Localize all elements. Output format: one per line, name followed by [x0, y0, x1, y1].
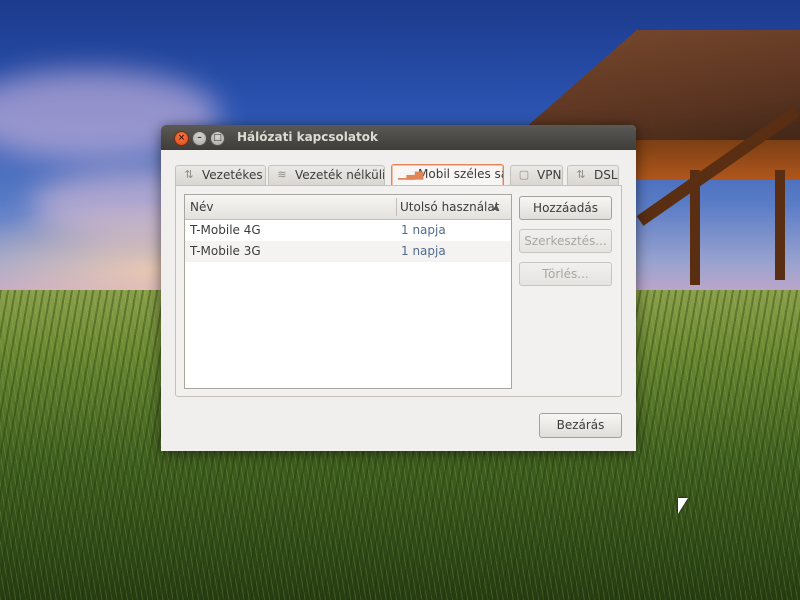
- delete-button[interactable]: Törlés...: [519, 262, 612, 286]
- signal-bars-icon: ▁▃▅: [398, 167, 424, 180]
- table-row[interactable]: T-Mobile 4G 1 napja: [185, 220, 511, 241]
- tab-dsl[interactable]: ⇅ DSL: [567, 165, 619, 185]
- mouse-cursor-icon: [678, 498, 688, 514]
- tab-vpn[interactable]: ▢ VPN: [510, 165, 563, 185]
- column-separator[interactable]: [396, 198, 397, 216]
- list-header: Név Utolsó használat ▲: [185, 195, 511, 220]
- tab-label: VPN: [537, 168, 562, 182]
- tab-wireless[interactable]: ≋ Vezeték nélküli: [268, 165, 385, 185]
- titlebar[interactable]: × – □ Hálózati kapcsolatok: [161, 125, 636, 150]
- connection-last-used: 1 napja: [401, 244, 446, 258]
- wired-arrows-icon: ⇅: [184, 168, 194, 181]
- wifi-icon: ≋: [277, 168, 287, 181]
- connection-list[interactable]: Név Utolsó használat ▲ T-Mobile 4G 1 nap…: [184, 194, 512, 389]
- tab-label: Vezeték nélküli: [295, 168, 385, 182]
- hut-post: [775, 170, 785, 280]
- close-window-icon[interactable]: ×: [174, 131, 189, 146]
- add-button[interactable]: Hozzáadás: [519, 196, 612, 220]
- sort-ascending-icon: ▲: [493, 202, 500, 211]
- table-row[interactable]: T-Mobile 3G 1 napja: [185, 241, 511, 262]
- connection-name: T-Mobile 4G: [190, 223, 261, 237]
- connection-name: T-Mobile 3G: [190, 244, 261, 258]
- lock-icon: ▢: [518, 168, 530, 181]
- tab-label: Vezetékes: [202, 168, 263, 182]
- connection-last-used: 1 napja: [401, 223, 446, 237]
- dsl-arrows-icon: ⇅: [576, 168, 586, 181]
- window-title: Hálózati kapcsolatok: [237, 130, 378, 144]
- tab-label: Mobil széles sáv: [418, 167, 503, 181]
- edit-button[interactable]: Szerkesztés...: [519, 229, 612, 253]
- tab-wired[interactable]: ⇅ Vezetékes: [175, 165, 266, 185]
- network-connections-window: × – □ Hálózati kapcsolatok ⇅ Vezetékes ≋…: [161, 125, 636, 451]
- close-button[interactable]: Bezárás: [539, 413, 622, 438]
- maximize-window-icon[interactable]: □: [210, 131, 225, 146]
- minimize-window-icon[interactable]: –: [192, 131, 207, 146]
- tab-mobile-broadband[interactable]: ▁▃▅ Mobil széles sáv: [391, 164, 504, 186]
- column-header-name[interactable]: Név: [190, 195, 213, 219]
- column-header-last-used[interactable]: Utolsó használat: [400, 195, 499, 219]
- tab-label: DSL: [594, 168, 618, 182]
- tab-panel: Név Utolsó használat ▲ T-Mobile 4G 1 nap…: [175, 185, 622, 397]
